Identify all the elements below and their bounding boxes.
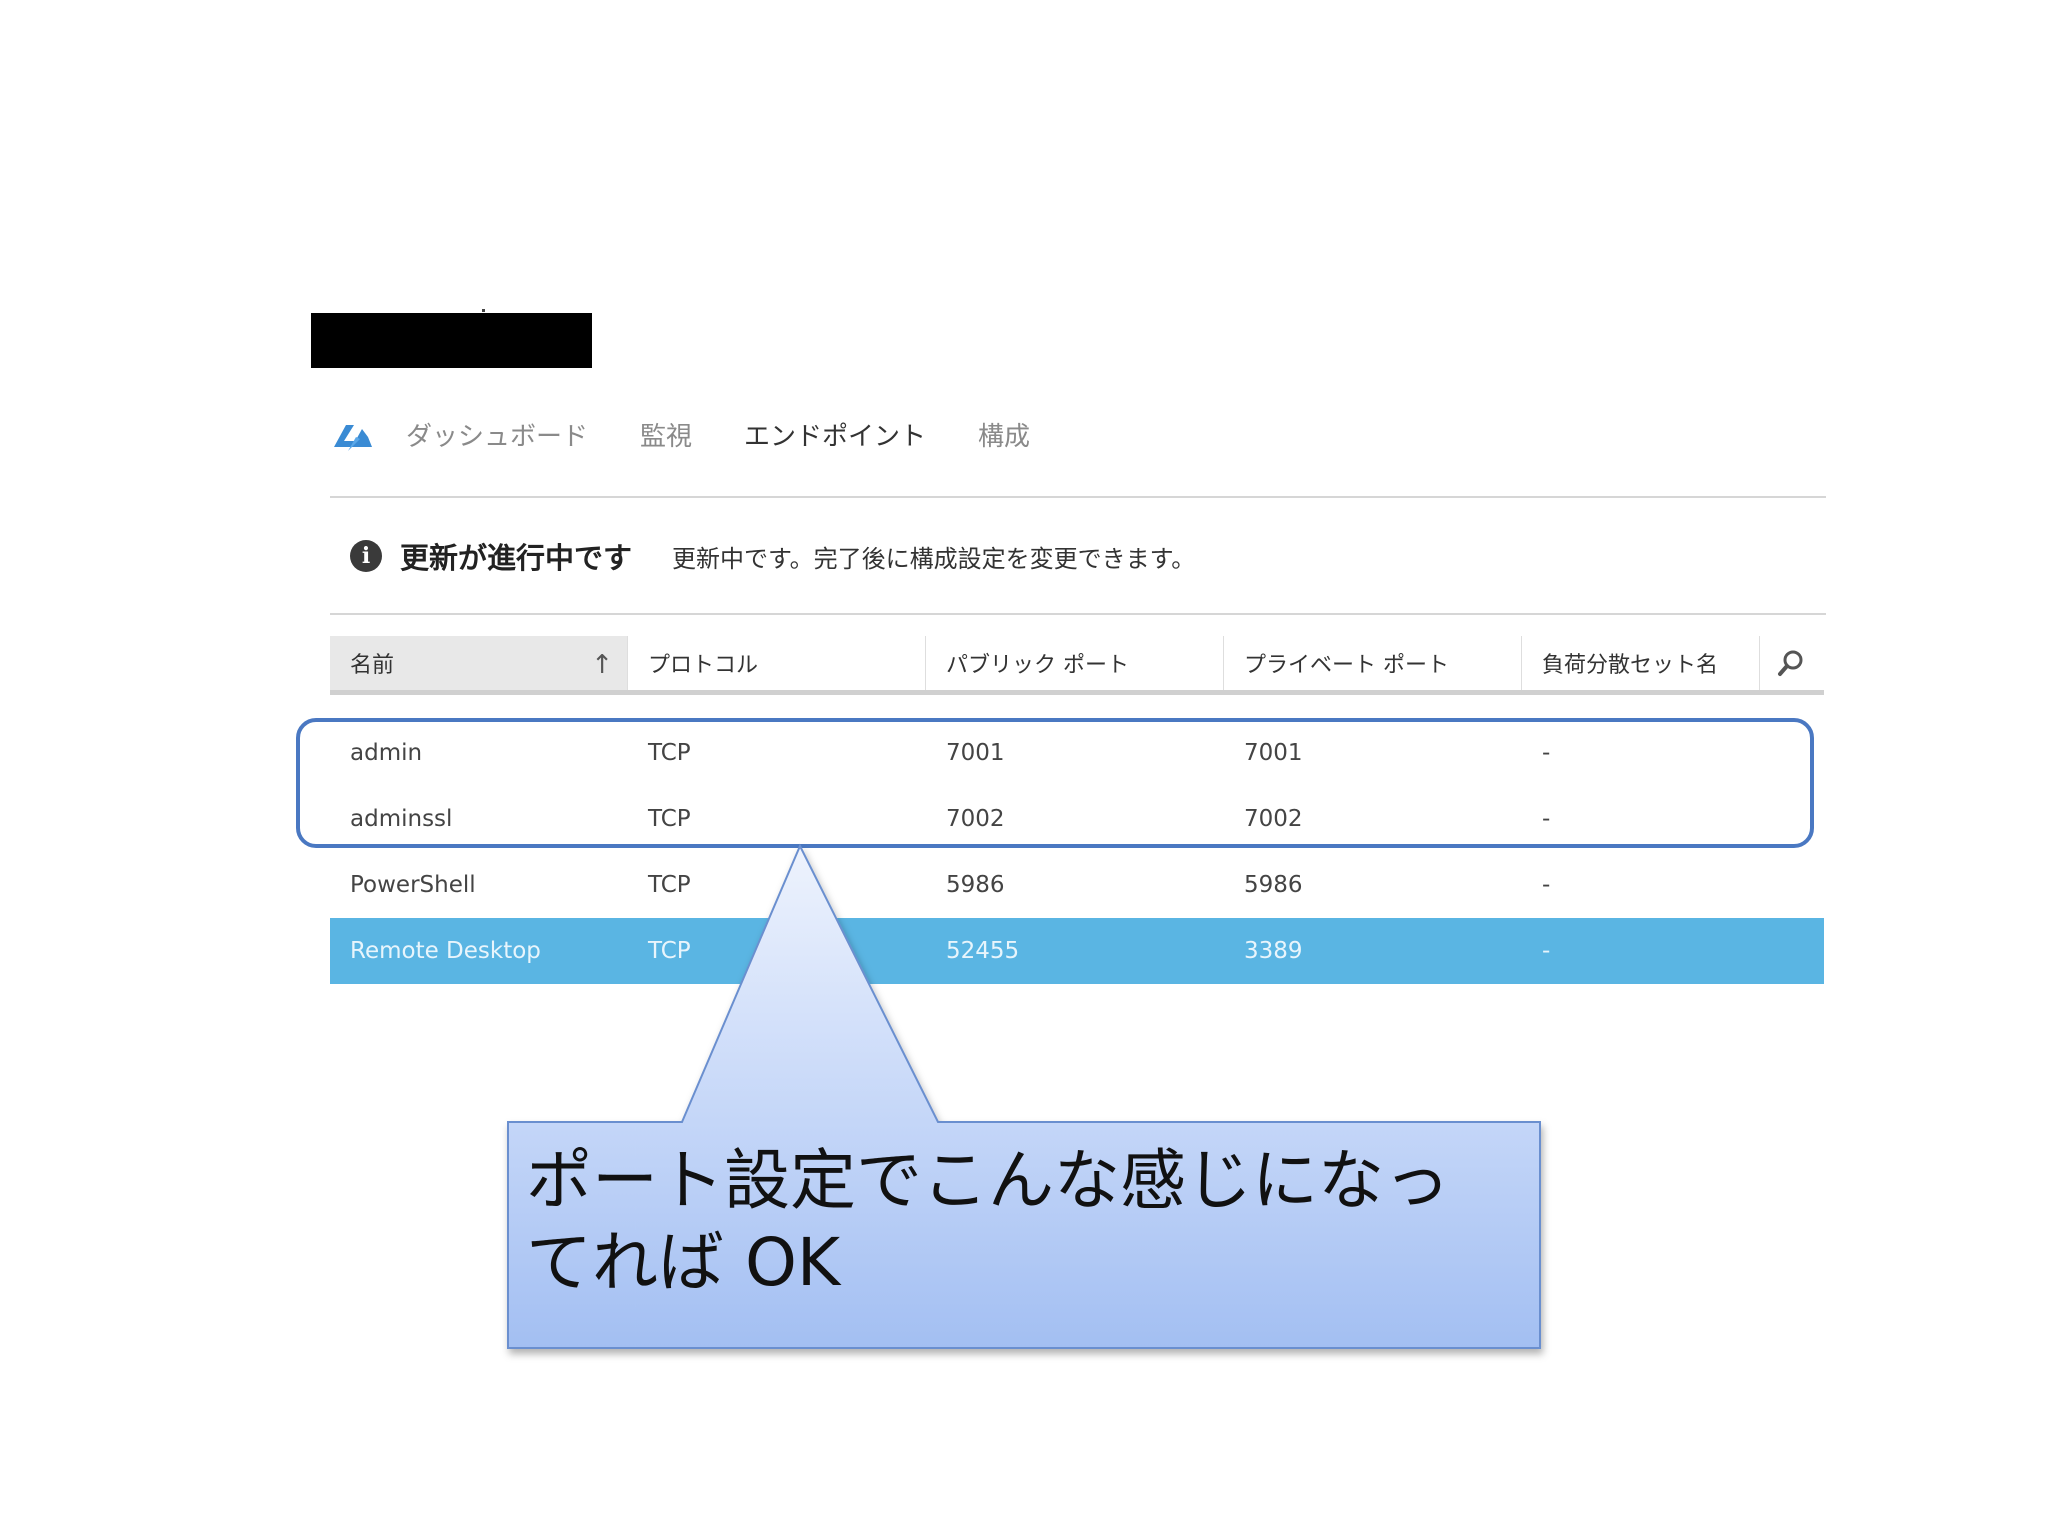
cell-private-port: 3389 (1244, 938, 1303, 964)
cell-name: adminssl (350, 806, 453, 832)
endpoint-table-body: admin TCP 7001 7001 - adminssl TCP 7002 … (330, 720, 1824, 984)
column-label: プロトコル (648, 653, 759, 678)
cell-name: Remote Desktop (350, 938, 541, 964)
callout-text: ポート設定でこんな感じになっ てれば OK (526, 1140, 1526, 1304)
cell-name: admin (350, 740, 423, 766)
callout-line-2: てれば OK (526, 1224, 841, 1301)
status-banner: i 更新が進行中です 更新中です。完了後に構成設定を変更できます。 (350, 536, 1195, 576)
info-icon: i (350, 540, 382, 572)
cell-public-port: 52455 (946, 938, 1020, 964)
cell-private-port: 5986 (1244, 872, 1303, 898)
cell-private-port: 7001 (1244, 740, 1303, 766)
callout-line-1: ポート設定でこんな感じになっ (526, 1142, 1450, 1219)
status-divider (330, 613, 1826, 615)
redacted-title (311, 313, 592, 368)
tab-endpoints[interactable]: エンドポイント (744, 416, 926, 453)
cell-lb-set: - (1542, 872, 1551, 898)
nav-divider (330, 496, 1826, 498)
cell-private-port: 7002 (1244, 806, 1303, 832)
column-header-private-port[interactable]: プライベート ポート (1224, 636, 1522, 690)
table-header: 名前 ↑ プロトコル パブリック ポート プライベート ポート 負荷分散セット名 (330, 636, 1824, 695)
cell-name: PowerShell (350, 872, 476, 898)
cell-public-port: 7001 (946, 740, 1005, 766)
column-label: 名前 (350, 653, 395, 678)
table-row[interactable]: adminssl TCP 7002 7002 - (330, 786, 1824, 852)
table-row-selected[interactable]: Remote Desktop TCP 52455 3389 - (330, 918, 1824, 984)
table-row[interactable]: PowerShell TCP 5986 5986 - (330, 852, 1824, 918)
search-icon[interactable] (1760, 636, 1824, 690)
redaction-mark (482, 309, 485, 312)
sort-ascending-icon: ↑ (591, 650, 613, 680)
table-row[interactable]: admin TCP 7001 7001 - (330, 720, 1824, 786)
column-header-name[interactable]: 名前 ↑ (330, 636, 628, 690)
column-header-protocol[interactable]: プロトコル (628, 636, 926, 690)
top-nav: ダッシュボード 監視 エンドポイント 構成 (328, 408, 1082, 460)
tab-monitor[interactable]: 監視 (640, 416, 692, 453)
cell-protocol: TCP (648, 806, 691, 832)
cell-protocol: TCP (648, 740, 691, 766)
column-label: プライベート ポート (1244, 653, 1449, 678)
status-message: 更新中です。完了後に構成設定を変更できます。 (672, 544, 1196, 573)
column-label: 負荷分散セット名 (1542, 653, 1719, 678)
status-title: 更新が進行中です (400, 541, 633, 575)
azure-vm-icon[interactable] (328, 416, 376, 452)
cell-lb-set: - (1542, 806, 1551, 832)
column-header-lb-set[interactable]: 負荷分散セット名 (1522, 636, 1760, 690)
cell-protocol: TCP (648, 938, 691, 964)
tab-dashboard[interactable]: ダッシュボード (406, 416, 588, 453)
cell-public-port: 7002 (946, 806, 1005, 832)
column-header-public-port[interactable]: パブリック ポート (926, 636, 1224, 690)
tab-configure[interactable]: 構成 (978, 416, 1030, 453)
cell-public-port: 5986 (946, 872, 1005, 898)
cell-lb-set: - (1542, 740, 1551, 766)
column-label: パブリック ポート (946, 653, 1129, 678)
cell-protocol: TCP (648, 872, 691, 898)
cell-lb-set: - (1542, 938, 1551, 964)
